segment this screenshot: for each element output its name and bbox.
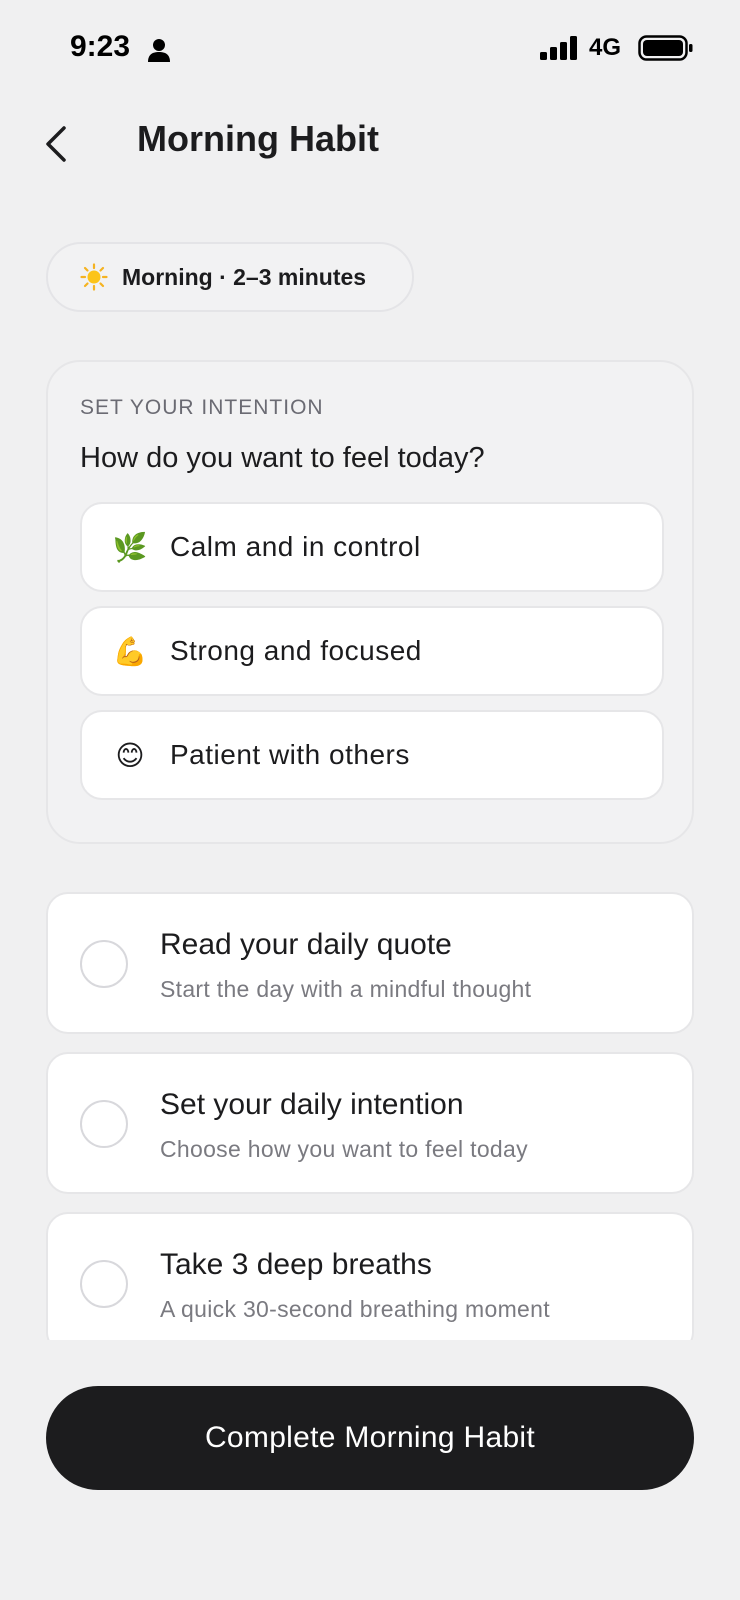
signal-icon bbox=[540, 36, 577, 60]
task-title: Take 3 deep breaths bbox=[160, 1248, 432, 1281]
complete-habit-button[interactable]: Complete Morning Habit bbox=[46, 1386, 694, 1490]
task-subtitle: Start the day with a mindful thought bbox=[160, 976, 532, 1002]
intention-option-label: Strong and focused bbox=[170, 635, 422, 666]
smiling-face-icon: 😊 bbox=[115, 739, 145, 771]
intention-card: SET YOUR INTENTION How do you want to fe… bbox=[46, 360, 694, 844]
intention-section-label: SET YOUR INTENTION bbox=[80, 396, 324, 419]
back-button[interactable] bbox=[28, 116, 84, 172]
status-time: 9:23 bbox=[70, 30, 131, 63]
task-checkbox[interactable] bbox=[80, 940, 128, 988]
page-title: Morning Habit bbox=[137, 118, 379, 159]
intention-option-patient[interactable]: 😊 Patient with others bbox=[80, 710, 664, 800]
flexed-biceps-icon: 💪 bbox=[112, 635, 148, 667]
task-set-intention[interactable]: Set your daily intention Choose how you … bbox=[46, 1052, 694, 1194]
morning-habit-screen: 9:23 4G Morning Habit Morning · 2–3 minu… bbox=[0, 0, 740, 1600]
sun-icon bbox=[80, 263, 108, 291]
intention-option-label: Patient with others bbox=[170, 739, 410, 770]
herb-icon: 🌿 bbox=[112, 531, 148, 563]
status-bar: 9:23 4G bbox=[0, 0, 740, 100]
intention-question: How do you want to feel today? bbox=[80, 442, 485, 474]
session-meta-pill: Morning · 2–3 minutes bbox=[46, 242, 414, 312]
task-checkbox[interactable] bbox=[80, 1100, 128, 1148]
task-checkbox[interactable] bbox=[80, 1260, 128, 1308]
intention-option-label: Calm and in control bbox=[170, 531, 421, 562]
chevron-left-icon bbox=[46, 126, 66, 162]
intention-option-calm[interactable]: 🌿 Calm and in control bbox=[80, 502, 664, 592]
task-subtitle: Choose how you want to feel today bbox=[160, 1136, 528, 1162]
person-icon bbox=[148, 39, 170, 62]
session-meta-text: Morning · 2–3 minutes bbox=[122, 263, 367, 290]
task-subtitle: A quick 30-second breathing moment bbox=[160, 1296, 550, 1322]
battery-icon bbox=[638, 35, 693, 61]
task-deep-breaths[interactable]: Take 3 deep breaths A quick 30-second br… bbox=[46, 1212, 694, 1340]
task-read-quote[interactable]: Read your daily quote Start the day with… bbox=[46, 892, 694, 1034]
habit-task-list[interactable]: Read your daily quote Start the day with… bbox=[46, 892, 694, 1340]
task-title: Set your daily intention bbox=[160, 1088, 464, 1121]
network-label: 4G bbox=[589, 34, 622, 61]
intention-option-strong[interactable]: 💪 Strong and focused bbox=[80, 606, 664, 696]
task-title: Read your daily quote bbox=[160, 928, 452, 961]
